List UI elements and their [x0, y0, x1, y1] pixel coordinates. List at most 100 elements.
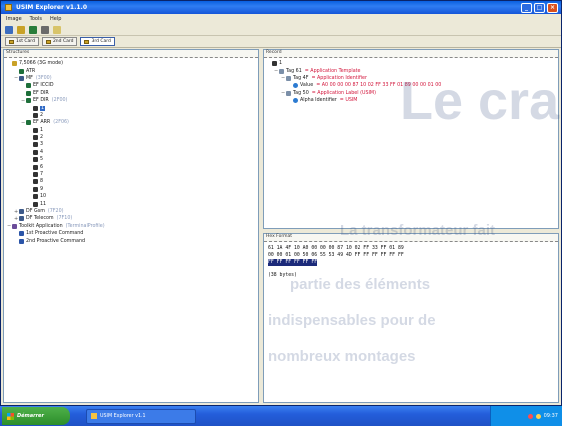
tree-node[interactable]: 11 — [7, 200, 255, 207]
tree-node-label: Value — [300, 83, 314, 89]
tree-node[interactable]: 2 — [7, 112, 255, 119]
val-icon — [293, 83, 298, 89]
tree-node[interactable]: 1st Proactive Command — [7, 230, 255, 237]
print-icon[interactable] — [41, 25, 49, 34]
maximize-button[interactable]: □ — [534, 2, 545, 13]
mf-icon — [12, 61, 17, 67]
rec-icon — [33, 105, 38, 111]
tree-node[interactable]: + DF Telecom (7F10) — [7, 215, 255, 222]
cmd-icon — [19, 238, 24, 244]
tree-node-label: EF DIR — [33, 90, 49, 96]
window-title: USIM Explorer v1.1.0 — [16, 4, 87, 11]
windows-flag-icon — [7, 412, 14, 420]
open-icon[interactable] — [5, 25, 13, 34]
tree-node[interactable]: − MF (3F00) — [7, 75, 255, 82]
tab-label: 3rd Card — [91, 39, 111, 44]
tree-node-label: 1 — [279, 61, 283, 67]
title-bar[interactable]: USIM Explorer v1.1.0 _ □ × — [1, 1, 561, 14]
menu-image[interactable]: Image — [6, 16, 22, 22]
rec-icon — [33, 201, 38, 207]
clock[interactable]: 09:37 — [544, 413, 558, 419]
rec-icon — [33, 135, 38, 141]
tree-node-note: = Application Template — [304, 68, 361, 74]
record-tree: 1− Tag 61 = Application Template − Tag 4F = A… — [264, 58, 558, 106]
tree-node-label: Tag 61 — [286, 68, 302, 74]
menu-tools[interactable]: Tools — [30, 16, 42, 22]
tree-node[interactable]: − Tag 50 = Application Label (USIM) — [267, 90, 555, 97]
taskbar-item-label: USIM Explorer v1.1 — [100, 413, 146, 419]
tree-node-label: EF DIR — [33, 98, 49, 104]
save-icon[interactable] — [29, 25, 37, 34]
structure-pane[interactable]: Structures 7,5066 (3G mode) ATR − MF (3F00) E… — [3, 49, 259, 403]
sim-card-icon — [45, 39, 51, 44]
tree-node[interactable]: − Toolkit Application (TerminalProfile) — [7, 223, 255, 230]
tree-node-label: 2nd Proactive Command — [26, 238, 86, 244]
hex-header: Hex Format — [264, 234, 558, 242]
tree-node-note: = Application Identifier — [311, 75, 367, 81]
tree-node[interactable]: − Tag 4F = Application Identifier — [267, 75, 555, 82]
tree-node[interactable]: + DF Gsm (7F20) — [7, 208, 255, 215]
menu-help[interactable]: Help — [50, 16, 61, 22]
start-label: Démarrer — [17, 413, 44, 419]
rec-icon — [33, 194, 38, 200]
tree-node[interactable]: EF ICCID — [7, 82, 255, 89]
app-icon — [5, 4, 12, 11]
hex-row: FF FF FF FF FF FF — [268, 259, 318, 266]
tree-node-label: 8 — [40, 179, 44, 185]
tree-node-label: 9 — [40, 186, 44, 192]
tree-node-label: 5 — [40, 157, 44, 163]
tree-node[interactable]: 9 — [7, 186, 255, 193]
record-header: Record — [264, 50, 558, 58]
tree-node[interactable]: 2nd Proactive Command — [7, 237, 255, 244]
rec-icon — [272, 61, 277, 67]
tree-node[interactable]: − EF ARR (2F06) — [7, 119, 255, 126]
tree-node[interactable]: 5 — [7, 156, 255, 163]
tree-node[interactable]: 4 — [7, 149, 255, 156]
tray-icon[interactable] — [527, 413, 533, 419]
record-pane[interactable]: Record 1− Tag 61 = Application Template − Ta… — [263, 49, 559, 229]
df-icon — [19, 216, 24, 222]
tree-node[interactable]: Alpha Identifier = USIM — [267, 97, 555, 104]
tray-icon[interactable] — [535, 413, 541, 419]
help-icon[interactable] — [53, 25, 61, 34]
tree-node[interactable]: 1 — [267, 60, 555, 67]
tab-card-2[interactable]: 2nd Card — [41, 37, 78, 46]
tree-node-label: Alpha Identifier — [300, 98, 337, 104]
tree-node-label: 1 — [40, 105, 46, 111]
tree-node[interactable]: ATR — [7, 67, 255, 74]
tree-node[interactable]: 8 — [7, 178, 255, 185]
tree-node[interactable]: 6 — [7, 163, 255, 170]
minimize-button[interactable]: _ — [521, 2, 532, 13]
tree-node[interactable]: 1 — [7, 127, 255, 134]
tree-node-label: 11 — [40, 201, 47, 207]
ef-icon — [26, 120, 31, 126]
tree-node[interactable]: 2 — [7, 134, 255, 141]
tree-node-label: 6 — [40, 164, 44, 170]
tree-node-note: (2F06) — [53, 120, 69, 126]
tree-node[interactable]: 3 — [7, 141, 255, 148]
taskbar-item-usim-explorer[interactable]: USIM Explorer v1.1 — [86, 408, 196, 424]
ef-icon — [26, 98, 31, 104]
tree-node-note: (7F20) — [47, 209, 64, 214]
byte-count: (38 bytes) — [268, 273, 297, 278]
tree-node-label: 1 — [40, 127, 44, 133]
start-button[interactable]: Démarrer — [2, 407, 70, 425]
tab-card-3[interactable]: 3rd Card — [80, 37, 115, 46]
tag-icon — [279, 68, 284, 74]
settings-icon[interactable] — [17, 25, 25, 34]
tab-card-1[interactable]: 1st Card — [5, 37, 39, 46]
close-button[interactable]: × — [547, 2, 558, 13]
tree-node[interactable]: 7 — [7, 171, 255, 178]
tree-node[interactable]: 10 — [7, 193, 255, 200]
ef-icon — [26, 90, 31, 96]
rec-icon — [33, 186, 38, 192]
tree-node[interactable]: 1 — [7, 104, 255, 111]
tree-node[interactable]: 7,5066 (3G mode) — [7, 60, 255, 67]
tree-node[interactable]: − Tag 61 = Application Template — [267, 67, 555, 74]
tree-node-label: 7 — [40, 172, 44, 178]
hex-pane[interactable]: Hex Format 61 1A 4F 10 A0 00 00 00 87 10… — [263, 233, 559, 403]
tree-node[interactable]: EF DIR — [7, 90, 255, 97]
tree-node[interactable]: − EF DIR (2F00) — [7, 97, 255, 104]
tree-node[interactable]: Value = A0 00 00 00 87 10 02 FF 33 FF 01 … — [267, 82, 555, 89]
tree-node-label: DF Gsm — [26, 209, 45, 214]
